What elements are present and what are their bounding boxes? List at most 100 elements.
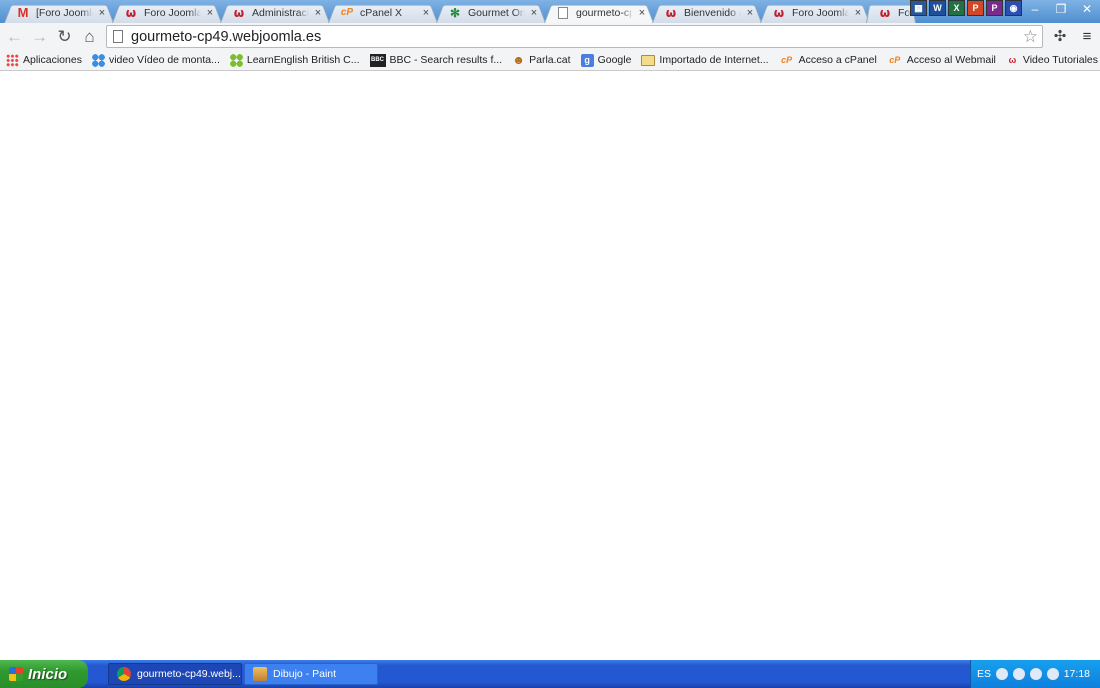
bookmarks-bar: Aplicaciones video Vídeo de monta... Lea…	[0, 50, 1100, 71]
tab-strip: M [Foro Joomla! × ω Foro Joomla! y × ω A…	[0, 0, 1100, 24]
google-icon: g	[580, 53, 594, 67]
bookmark-apps[interactable]: Aplicaciones	[6, 53, 82, 67]
bookmark-star-icon[interactable]: ☆	[1023, 27, 1038, 47]
taskbar-item-chrome[interactable]: gourmeto-cp49.webj...	[108, 663, 242, 685]
chrome-icon	[117, 667, 131, 681]
close-icon[interactable]: ×	[744, 7, 756, 19]
browser-toolbar: ← → ↻ ⌂ gourmeto-cp49.webjoomla.es ☆ ✣ ≡	[0, 23, 1100, 50]
bookmark-folder[interactable]: Importado de Internet...	[641, 54, 769, 66]
tab-4[interactable]: ✻ Gourmet Online ×	[436, 2, 546, 24]
tab-title: Foro Joomla! y	[792, 6, 849, 19]
tab-title: cPanel X	[360, 6, 403, 19]
bookmark-webmail[interactable]: cP Acceso al Webmail	[887, 54, 996, 67]
folder-icon	[641, 54, 656, 66]
task-label: gourmeto-cp49.webj...	[137, 668, 241, 680]
excel-icon[interactable]: X	[948, 0, 965, 16]
app-icon[interactable]: ▦	[910, 0, 927, 16]
powerpoint-icon[interactable]: P	[967, 0, 984, 16]
parla-icon: ☻	[512, 53, 525, 67]
close-icon[interactable]: ×	[528, 7, 540, 19]
gmail-icon: M	[17, 5, 29, 20]
address-bar[interactable]: gourmeto-cp49.webjoomla.es ☆	[106, 25, 1043, 48]
page-icon	[113, 30, 123, 43]
close-icon[interactable]: ×	[852, 7, 864, 19]
bookmark-video-tutoriales[interactable]: ω Video Tutoriales Pack ...	[1006, 54, 1100, 67]
network-icon[interactable]	[1013, 668, 1026, 680]
cpanel-icon: cP	[340, 7, 354, 18]
windows-logo-icon	[9, 667, 23, 681]
back-icon[interactable]: ←	[2, 24, 27, 49]
clock: 17:18	[1063, 668, 1090, 680]
forward-icon[interactable]: →	[27, 24, 52, 49]
display-icon[interactable]	[1047, 668, 1060, 680]
tab-7[interactable]: ω Foro Joomla! y ×	[760, 2, 870, 24]
bookmark-label: BBC - Search results f...	[389, 54, 503, 66]
learnenglish-icon	[229, 53, 243, 67]
extension-icon[interactable]: ✣	[1049, 25, 1071, 47]
bookmark-learnenglish[interactable]: LearnEnglish British C...	[229, 53, 360, 67]
cpanel-icon: cP	[889, 55, 901, 65]
tab-5-active[interactable]: gourmeto-cp49 ×	[544, 2, 654, 24]
close-icon[interactable]: ×	[312, 7, 324, 19]
tab-8[interactable]: ω Foro J	[866, 2, 916, 24]
paint-icon	[253, 667, 267, 681]
joomla-icon: ✻	[449, 5, 461, 20]
tab-title: gourmeto-cp49	[576, 6, 633, 19]
bookmark-label: Acceso al Webmail	[906, 54, 996, 66]
bluetooth-icon[interactable]	[1030, 668, 1043, 680]
close-window-icon[interactable]: ✕	[1074, 0, 1100, 18]
system-tray: ES 17:18	[970, 660, 1100, 688]
tab-title: Foro Joomla! y	[144, 6, 201, 19]
bookmark-label: Google	[597, 54, 632, 66]
video-icon	[91, 53, 105, 67]
page-content	[0, 72, 1100, 660]
close-icon[interactable]: ×	[96, 7, 108, 19]
url-text: gourmeto-cp49.webjoomla.es	[131, 28, 322, 45]
publisher-icon[interactable]: P	[986, 0, 1003, 16]
apps-icon	[6, 53, 19, 67]
start-label: Inicio	[28, 665, 68, 683]
minimize-icon[interactable]: –	[1022, 0, 1048, 18]
joomla-forum-icon: ω	[233, 5, 245, 20]
tab-title: [Foro Joomla!	[36, 6, 93, 19]
tab-title: Gourmet Online	[468, 6, 525, 19]
page-icon	[556, 6, 570, 20]
window-controls: – ❐ ✕	[1022, 0, 1100, 18]
start-button[interactable]: Inicio	[0, 660, 88, 688]
joomla-forum-icon: ω	[773, 5, 785, 20]
joomla-forum-icon: ω	[125, 5, 137, 20]
taskbar: Inicio gourmeto-cp49.webj... Dibujo - Pa…	[0, 660, 1100, 688]
close-icon[interactable]: ×	[204, 7, 216, 19]
bookmark-bbc[interactable]: BBC BBC - Search results f...	[369, 53, 503, 67]
tab-1[interactable]: ω Foro Joomla! y ×	[112, 2, 222, 24]
close-icon[interactable]: ×	[636, 7, 648, 19]
bookmark-google[interactable]: g Google	[580, 53, 632, 67]
tab-0[interactable]: M [Foro Joomla! ×	[4, 2, 114, 24]
bookmark-label: LearnEnglish British C...	[246, 54, 360, 66]
app-icon[interactable]: ◉	[1005, 0, 1022, 16]
close-icon[interactable]: ×	[420, 7, 432, 19]
cpanel-icon: cP	[781, 55, 793, 65]
joomla-forum-icon: ω	[879, 5, 891, 20]
tab-title: Administración	[252, 6, 309, 19]
task-label: Dibujo - Paint	[273, 668, 337, 680]
joomla-forum-icon: ω	[1008, 55, 1017, 65]
menu-icon[interactable]: ≡	[1076, 25, 1098, 47]
bookmark-video[interactable]: video Vídeo de monta...	[91, 53, 220, 67]
restore-icon[interactable]: ❐	[1048, 0, 1074, 18]
tab-2[interactable]: ω Administración ×	[220, 2, 330, 24]
quick-launch-icons: ▦ W X P P ◉	[910, 0, 1022, 16]
bookmark-label: video Vídeo de monta...	[108, 54, 220, 66]
tab-6[interactable]: ω Bienvenido a G ×	[652, 2, 762, 24]
bookmark-cpanel[interactable]: cP Acceso a cPanel	[779, 54, 877, 67]
word-icon[interactable]: W	[929, 0, 946, 16]
bookmark-parla[interactable]: ☻ Parla.cat	[512, 53, 570, 67]
home-icon[interactable]: ⌂	[77, 24, 102, 49]
tab-3[interactable]: cP cPanel X ×	[328, 2, 438, 24]
bookmark-label: Aplicaciones	[23, 54, 82, 66]
language-indicator[interactable]: ES	[977, 668, 991, 680]
chevron-left-icon[interactable]	[996, 668, 1009, 680]
tab-title: Bienvenido a G	[684, 6, 741, 19]
reload-icon[interactable]: ↻	[52, 24, 77, 49]
taskbar-item-paint[interactable]: Dibujo - Paint	[244, 663, 378, 685]
